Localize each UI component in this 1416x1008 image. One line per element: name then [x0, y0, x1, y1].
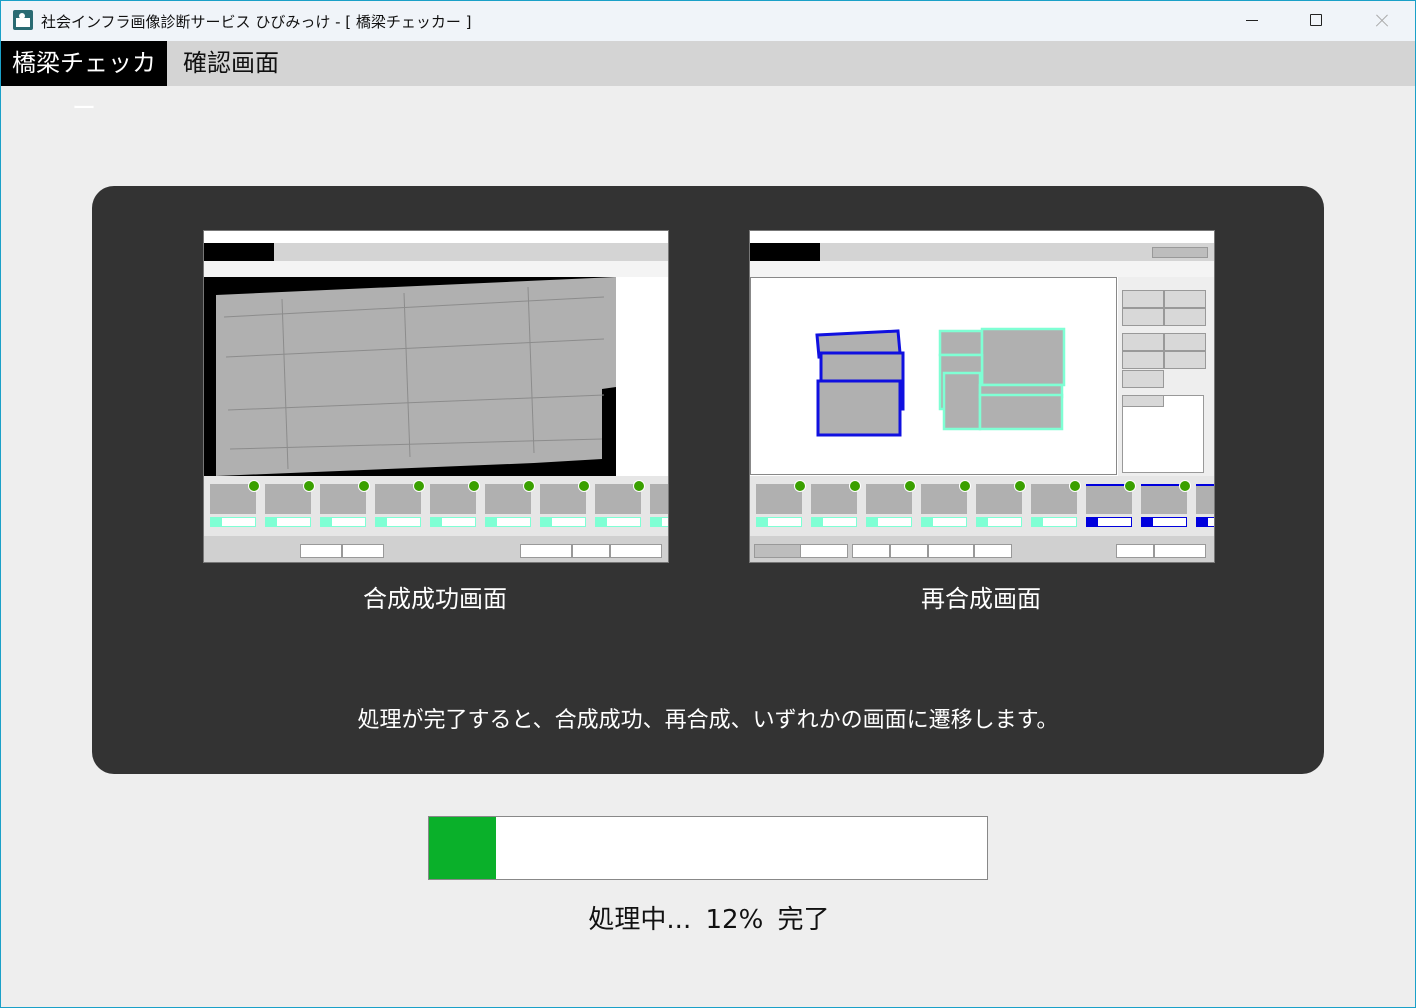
app-window: 社会インフラ画像診断サービス ひびみっけ - [ 橋梁チェッカー ] 橋梁チェッ…	[0, 0, 1416, 1008]
preview-footer	[750, 536, 1214, 562]
status-percent: 12%	[705, 905, 764, 935]
stitched-image	[204, 277, 616, 476]
close-button[interactable]	[1359, 5, 1405, 37]
page-title: 確認画面	[183, 49, 279, 77]
progress-fill	[429, 817, 496, 879]
resynthesis-preview	[749, 230, 1215, 563]
success-caption: 合成成功画面	[363, 585, 507, 613]
preview-header	[750, 243, 1214, 261]
status-suffix: 完了	[777, 905, 830, 935]
preview-footer	[204, 536, 668, 562]
synthesis-success-preview	[203, 230, 669, 563]
app-icon	[13, 10, 33, 30]
info-panel: 合成成功画面 再合成画面 処理が完了すると、合成成功、再合成、いずれかの画面に遷…	[92, 186, 1324, 774]
resynthesis-caption: 再合成画面	[921, 585, 1041, 613]
thumbnail-strip	[750, 476, 1214, 536]
minimize-button[interactable]	[1229, 5, 1275, 37]
block-layout-canvas	[750, 277, 1117, 475]
app-tab[interactable]: 橋梁チェッカー	[1, 41, 167, 122]
preview-header	[204, 243, 668, 261]
side-panel	[1118, 277, 1214, 476]
progress-status: 処理中... 12% 完了	[1, 899, 1416, 936]
title-bar: 社会インフラ画像診断サービス ひびみっけ - [ 橋梁チェッカー ]	[1, 1, 1415, 41]
thumbnail-strip	[204, 476, 668, 536]
maximize-button[interactable]	[1293, 5, 1339, 37]
info-message: 処理が完了すると、合成成功、再合成、いずれかの画面に遷移します。	[357, 708, 1059, 733]
window-title: 社会インフラ画像診断サービス ひびみっけ - [ 橋梁チェッカー ]	[41, 13, 472, 31]
progress-bar	[428, 816, 988, 880]
status-prefix: 処理中...	[588, 905, 692, 935]
header-bar: 橋梁チェッカー 確認画面	[1, 41, 1415, 122]
